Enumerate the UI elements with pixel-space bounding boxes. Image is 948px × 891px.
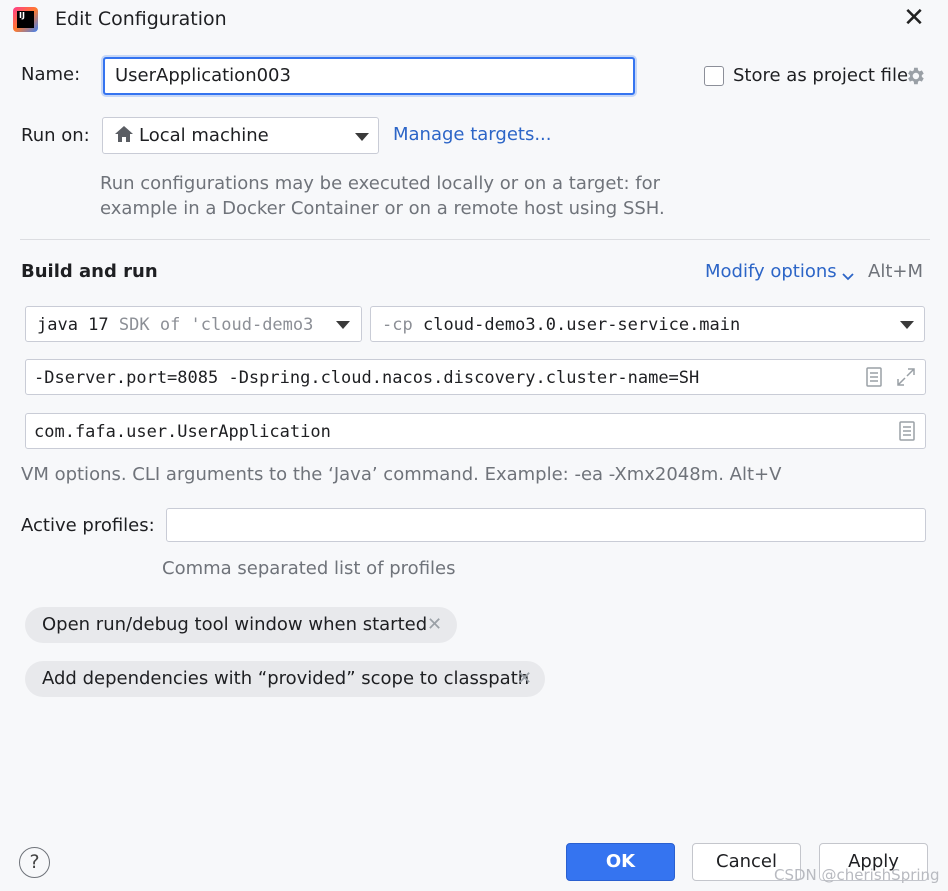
manage-targets-link[interactable]: Manage targets... [393,124,552,145]
run-on-hint-line2: example in a Docker Container or on a re… [100,198,665,219]
active-profiles-input[interactable] [166,508,926,542]
chevron-down-icon [336,321,350,329]
close-icon[interactable]: ✕ [427,607,442,643]
name-label: Name: [21,64,81,85]
chip-open-run-debug-window: Open run/debug tool window when started … [25,607,457,643]
jdk-version: java 17 [37,315,109,335]
close-icon[interactable]: ✕ [517,661,532,697]
active-profiles-hint: Comma separated list of profiles [162,558,456,579]
classpath-dropdown[interactable]: -cp cloud-demo3.0.user-service.main [370,306,925,342]
help-button[interactable]: ? [19,847,50,878]
run-on-value: Local machine [139,125,269,146]
watermark: CSDN @cherishSpring [774,866,940,884]
chevron-down-icon [900,321,914,329]
name-input[interactable]: UserApplication003 [103,57,635,95]
jdk-suffix: SDK of 'cloud-demo3 [118,315,314,335]
run-on-dropdown[interactable]: Local machine [102,117,379,154]
title-bar: IJ Edit Configuration ✕ [0,0,948,40]
main-class-value: com.fafa.user.UserApplication [34,422,331,442]
close-icon[interactable]: ✕ [899,3,929,33]
home-icon [114,125,134,148]
gear-icon[interactable] [904,65,926,92]
jdk-dropdown[interactable]: java 17 SDK of 'cloud-demo3 [25,306,362,342]
store-as-project-file-checkbox[interactable] [704,66,724,86]
document-icon[interactable] [866,367,882,392]
intellij-app-icon: IJ [13,7,38,32]
window-title: Edit Configuration [55,8,227,30]
vm-options-hint: VM options. CLI arguments to the ‘Java’ … [21,464,782,485]
document-icon[interactable] [899,421,915,446]
run-on-label: Run on: [21,125,90,146]
build-and-run-heading: Build and run [21,261,158,282]
divider [20,239,930,240]
ok-button[interactable]: OK [566,843,675,881]
modify-options-shortcut: Alt+M [868,261,923,282]
expand-icon[interactable] [896,367,916,392]
chevron-down-icon [355,133,369,141]
cp-prefix: -cp [382,315,413,335]
cp-value: cloud-demo3.0.user-service.main [422,315,741,335]
main-class-input[interactable]: com.fafa.user.UserApplication [25,413,926,449]
chevron-down-icon [842,266,854,287]
vm-options-input[interactable]: -Dserver.port=8085 -Dspring.cloud.nacos.… [25,359,926,395]
run-on-hint-line1: Run configurations may be executed local… [100,173,661,194]
modify-options-link[interactable]: Modify options [705,261,837,282]
vm-options-value: -Dserver.port=8085 -Dspring.cloud.nacos.… [34,368,700,388]
store-as-project-file-label: Store as project file [733,65,909,86]
active-profiles-label: Active profiles: [21,515,155,536]
chip-label: Add dependencies with “provided” scope t… [42,668,530,689]
chip-label: Open run/debug tool window when started [42,614,428,635]
name-input-value: UserApplication003 [115,65,291,86]
chip-provided-scope: Add dependencies with “provided” scope t… [25,661,545,697]
